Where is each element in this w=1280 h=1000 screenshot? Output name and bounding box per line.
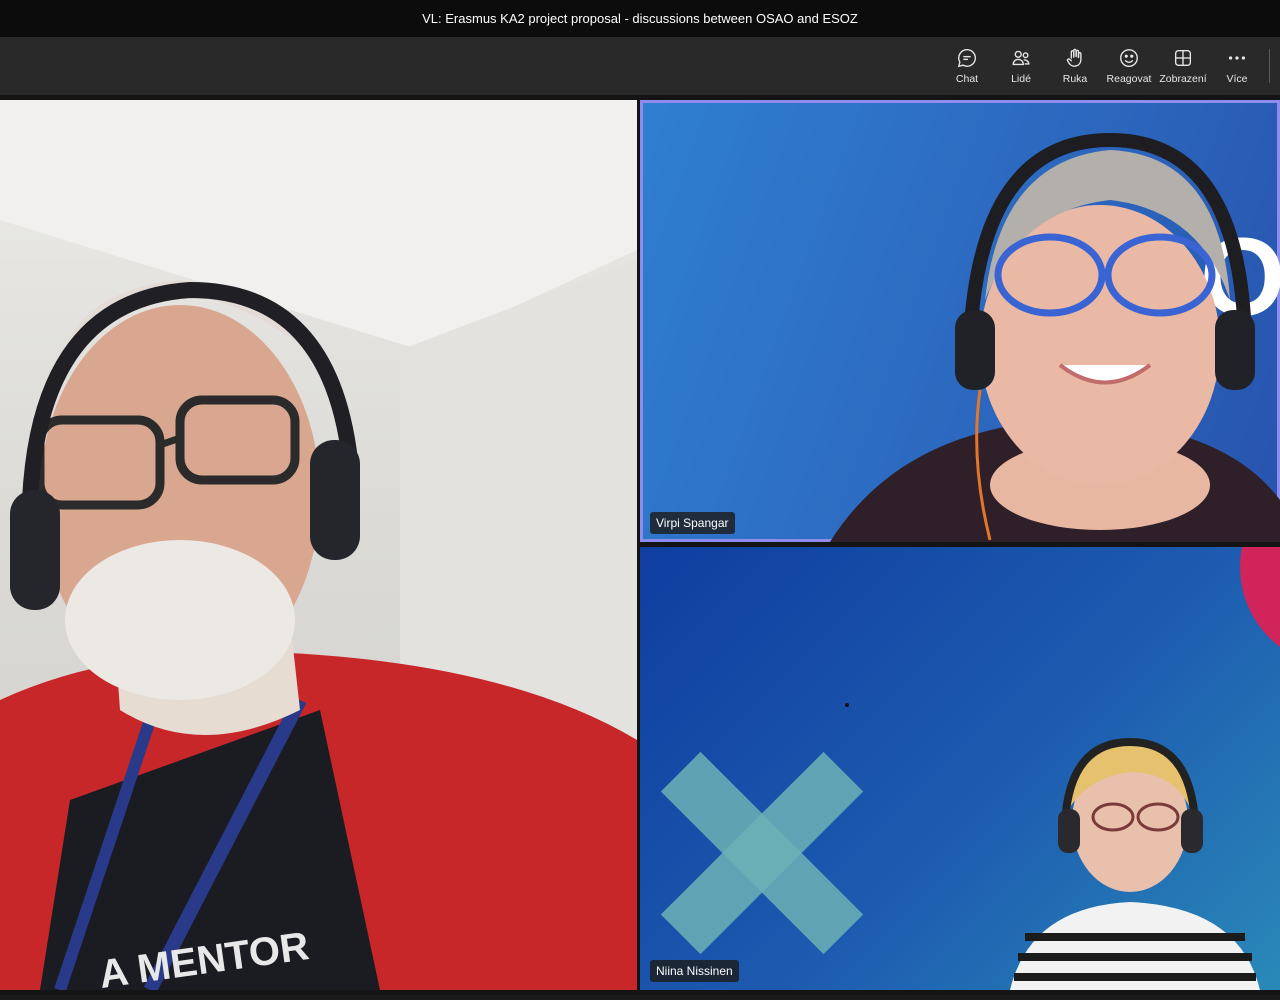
view-label: Zobrazení (1159, 73, 1207, 85)
react-label: Reagovat (1106, 73, 1152, 85)
participant-name-tag: Niina Nissinen (650, 960, 739, 982)
meeting-toolbar: Chat Lidé Ruka Reagovat Zobrazení Více (0, 37, 1280, 95)
more-button[interactable]: Více (1210, 47, 1264, 85)
bottom-edge (0, 995, 1280, 1000)
meeting-title: VL: Erasmus KA2 project proposal - discu… (422, 11, 858, 26)
chat-icon (957, 49, 976, 68)
view-grid-icon (1174, 49, 1192, 67)
participant-tile-main[interactable]: A MENTOR (0, 100, 637, 990)
participant-name-tag: Virpi Spangar (650, 512, 735, 534)
people-button[interactable]: Lidé (994, 47, 1048, 85)
video-stage: A MENTOR O Virpi Spangar Niina Nissinen (0, 95, 1280, 1000)
participant-video-secondary (660, 547, 1280, 990)
more-label: Více (1226, 73, 1248, 85)
chat-button[interactable]: Chat (940, 47, 994, 85)
emoji-icon (1120, 49, 1138, 67)
chat-label: Chat (955, 73, 979, 85)
view-button[interactable]: Zobrazení (1156, 47, 1210, 85)
raise-hand-label: Ruka (1062, 73, 1088, 85)
participant-video-main: A MENTOR (0, 100, 637, 990)
participant-tile-active[interactable]: O Virpi Spangar (640, 100, 1280, 542)
toolbar-divider (1269, 49, 1270, 83)
participant-tile-secondary[interactable]: Niina Nissinen (640, 547, 1280, 990)
react-button[interactable]: Reagovat (1102, 47, 1156, 85)
more-icon (1228, 56, 1246, 60)
raise-hand-button[interactable]: Ruka (1048, 47, 1102, 85)
participant-video-active: O (830, 132, 1280, 542)
people-icon (1012, 50, 1030, 66)
people-label: Lidé (1011, 73, 1031, 85)
window-titlebar: VL: Erasmus KA2 project proposal - discu… (0, 0, 1280, 37)
raise-hand-icon (1066, 48, 1082, 67)
